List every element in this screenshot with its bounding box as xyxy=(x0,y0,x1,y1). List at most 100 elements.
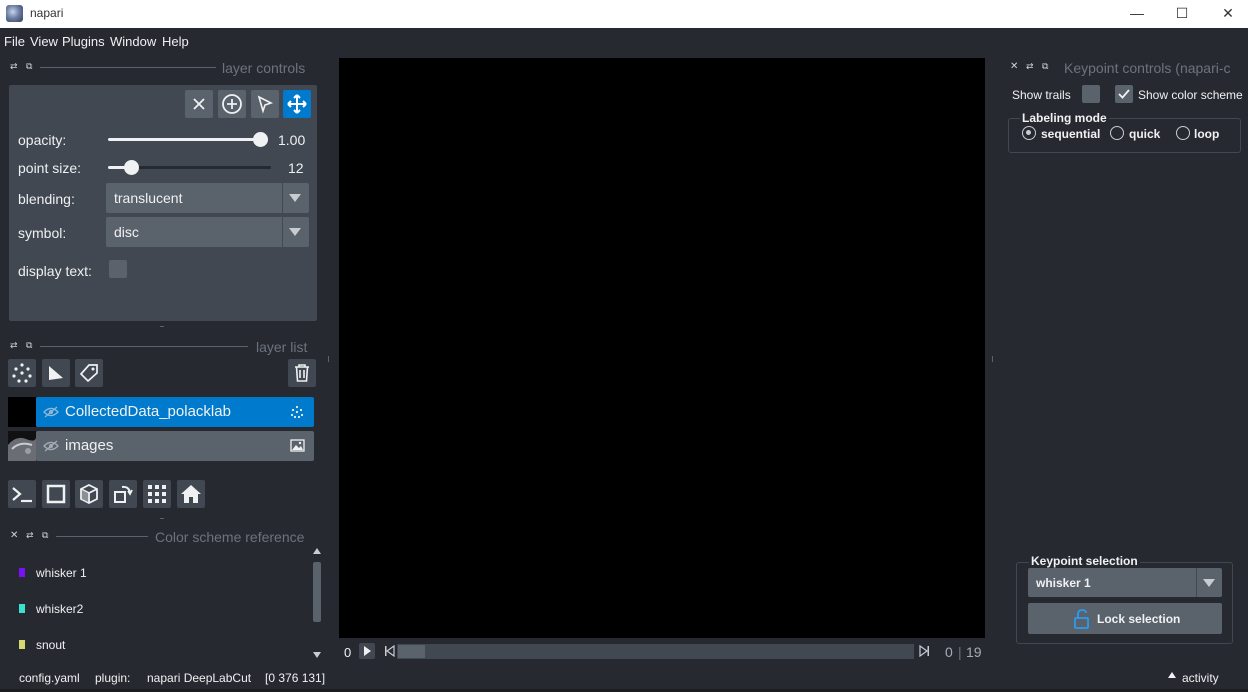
scrollbar-thumb[interactable] xyxy=(313,562,321,622)
pan-zoom-button[interactable] xyxy=(283,90,311,118)
activity-button[interactable]: activity xyxy=(1182,671,1219,685)
checkmark-icon xyxy=(1118,89,1130,99)
toggle-ndisplay-button[interactable] xyxy=(42,480,70,508)
lock-selection-button[interactable]: Lock selection xyxy=(1028,603,1222,634)
legend-label: whisker2 xyxy=(36,602,84,616)
grid-view-button[interactable] xyxy=(143,480,171,508)
point-size-label: point size: xyxy=(18,160,82,176)
maximize-button[interactable]: ☐ xyxy=(1159,0,1205,28)
eye-visible-icon[interactable] xyxy=(43,406,59,418)
new-points-layer-button[interactable] xyxy=(8,359,36,387)
layer-row[interactable]: images xyxy=(36,431,314,461)
image-layer-type-icon xyxy=(290,439,305,452)
symbol-dropdown[interactable]: disc xyxy=(106,217,309,247)
blending-dropdown[interactable]: translucent xyxy=(106,183,309,213)
chevron-up-icon[interactable] xyxy=(1168,672,1176,678)
dock-float-icon[interactable]: ⇄ xyxy=(1026,61,1034,72)
labeling-mode-title: Labeling mode xyxy=(1020,111,1109,125)
splitter-handle[interactable] xyxy=(992,356,993,362)
close-dock-icon[interactable]: ✕ xyxy=(10,530,18,541)
dims-slider-track[interactable] xyxy=(397,644,914,659)
show-trails-checkbox[interactable] xyxy=(1082,85,1100,103)
select-points-button[interactable] xyxy=(251,90,279,118)
scroll-up-icon[interactable] xyxy=(313,548,321,554)
layer-row-selected[interactable]: CollectedData_polacklab xyxy=(36,397,314,427)
points-layer-type-icon xyxy=(290,405,304,419)
chevron-down-icon xyxy=(289,194,301,202)
show-color-scheme-label: Show color scheme xyxy=(1138,88,1243,102)
layer-name[interactable]: CollectedData_polacklab xyxy=(65,403,231,420)
color-swatch-whisker-1 xyxy=(19,568,25,577)
dims-max-frame: 19 xyxy=(966,644,982,660)
minimize-button[interactable]: — xyxy=(1114,0,1160,28)
dock-undock-icon[interactable]: ⧉ xyxy=(26,340,32,351)
opacity-slider-handle[interactable] xyxy=(253,132,268,147)
display-text-checkbox[interactable] xyxy=(109,260,127,278)
status-coords: [0 376 131] xyxy=(265,671,326,685)
dock-float-icon[interactable]: ⇄ xyxy=(10,61,18,72)
symbol-value: disc xyxy=(114,224,139,240)
radio-sequential[interactable] xyxy=(1022,126,1036,140)
console-button[interactable] xyxy=(8,480,36,508)
home-button[interactable] xyxy=(177,480,205,508)
rotate-icon xyxy=(114,485,133,503)
unlock-icon xyxy=(1074,609,1089,629)
menu-help[interactable]: Help xyxy=(162,34,189,49)
home-icon xyxy=(181,485,201,503)
mode-loop-label[interactable]: loop xyxy=(1194,127,1219,141)
layer-name[interactable]: images xyxy=(65,437,113,454)
splitter-handle[interactable] xyxy=(160,326,164,327)
eye-visible-icon[interactable] xyxy=(43,440,59,452)
viewer-canvas[interactable] xyxy=(339,58,985,638)
menu-file[interactable]: File xyxy=(4,34,25,49)
step-back-icon xyxy=(385,644,395,658)
close-dock-icon[interactable]: ✕ xyxy=(1010,61,1018,72)
delete-selected-points-button[interactable] xyxy=(185,90,213,118)
keypoint-dropdown[interactable]: whisker 1 xyxy=(1028,568,1222,597)
napari-logo-icon xyxy=(6,5,23,22)
show-color-scheme-checkbox[interactable] xyxy=(1115,85,1133,103)
dock-float-icon[interactable]: ⇄ xyxy=(26,530,34,541)
play-icon xyxy=(364,646,371,656)
square-icon xyxy=(46,484,66,504)
point-size-slider-handle[interactable] xyxy=(124,160,139,175)
legend-scrollbar[interactable] xyxy=(311,548,323,660)
axis-label[interactable]: 0 xyxy=(344,645,351,660)
opacity-slider[interactable] xyxy=(108,138,268,141)
dock-undock-icon[interactable]: ⧉ xyxy=(42,530,48,541)
delete-layer-button[interactable] xyxy=(288,359,316,387)
dock-divider xyxy=(56,536,148,537)
play-button[interactable] xyxy=(359,643,375,659)
terminal-icon xyxy=(12,487,32,503)
close-window-button[interactable]: ✕ xyxy=(1205,0,1248,28)
transpose-button[interactable] xyxy=(109,480,137,508)
new-labels-layer-button[interactable] xyxy=(75,359,103,387)
roll-dims-button[interactable] xyxy=(75,480,103,508)
dropdown-separator xyxy=(282,183,283,213)
scroll-down-icon[interactable] xyxy=(313,652,321,658)
splitter-handle[interactable] xyxy=(328,356,329,362)
dims-slider-handle[interactable] xyxy=(398,645,425,658)
dock-undock-icon[interactable]: ⧉ xyxy=(26,61,32,72)
opacity-label: opacity: xyxy=(18,132,67,148)
close-icon xyxy=(193,98,205,110)
splitter-handle[interactable] xyxy=(160,518,164,519)
step-back-button[interactable] xyxy=(384,644,395,658)
symbol-label: symbol: xyxy=(18,225,67,241)
menu-plugins[interactable]: Plugins xyxy=(62,34,105,49)
mode-quick-label[interactable]: quick xyxy=(1129,127,1160,141)
radio-quick[interactable] xyxy=(1110,126,1124,140)
mode-sequential-label[interactable]: sequential xyxy=(1041,127,1100,141)
new-shapes-layer-button[interactable] xyxy=(42,359,70,387)
dims-current-frame[interactable]: 0 xyxy=(945,644,953,660)
dock-undock-icon[interactable]: ⧉ xyxy=(1042,61,1048,72)
radio-loop[interactable] xyxy=(1176,126,1190,140)
menu-view[interactable]: View xyxy=(30,34,58,49)
shapes-icon xyxy=(49,366,63,380)
step-forward-button[interactable] xyxy=(919,644,930,658)
add-points-button[interactable] xyxy=(218,90,246,118)
menu-window[interactable]: Window xyxy=(110,34,156,49)
dock-float-icon[interactable]: ⇄ xyxy=(10,340,18,351)
move-arrows-icon xyxy=(287,94,307,114)
dropdown-separator xyxy=(1196,568,1197,597)
